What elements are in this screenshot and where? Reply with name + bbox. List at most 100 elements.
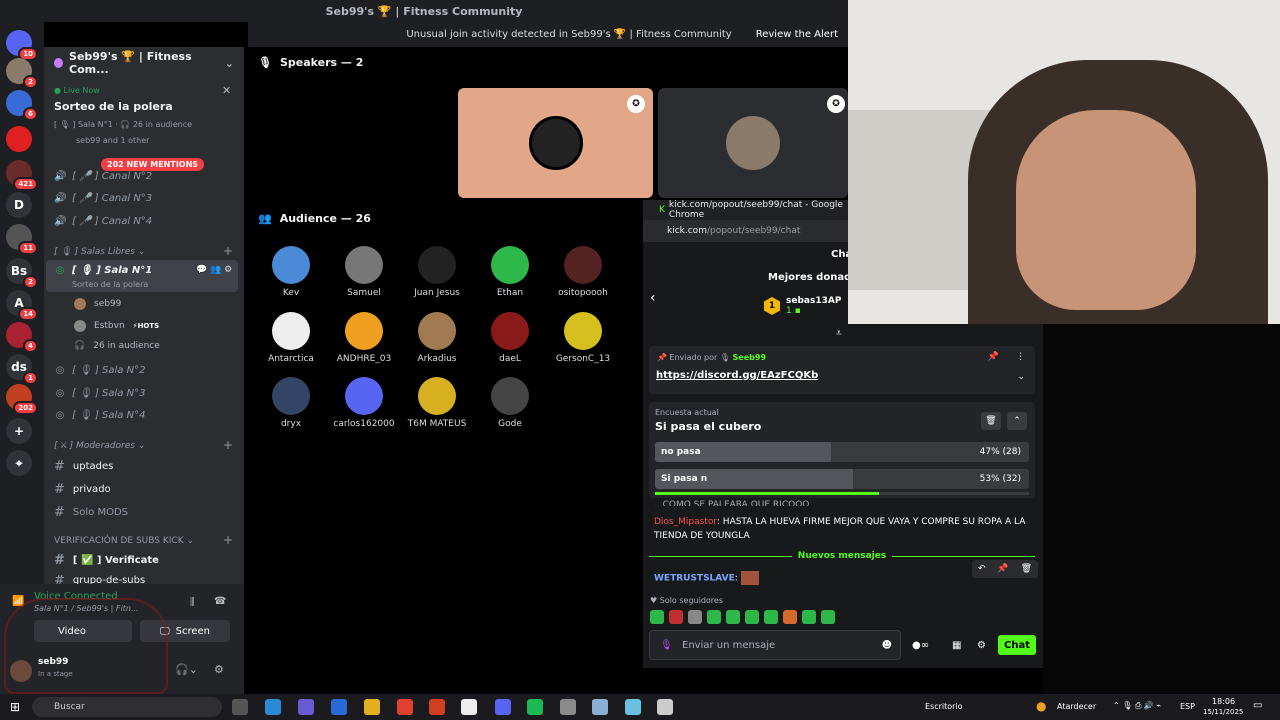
- pin-icon[interactable]: 📌: [997, 564, 1008, 574]
- add-channel-icon[interactable]: +: [223, 244, 233, 258]
- store-icon[interactable]: ▦: [952, 640, 961, 651]
- taskbar-search[interactable]: Buscar: [32, 697, 222, 717]
- server-icon[interactable]: 2: [6, 58, 38, 89]
- chat-send-button[interactable]: Chat: [998, 635, 1036, 655]
- stage-channel-sala-1[interactable]: ◎[ 🎙 ] Sala N°1: [54, 265, 153, 276]
- audience-member[interactable]: daeL: [473, 312, 547, 364]
- points-icon[interactable]: ●∞: [912, 640, 929, 651]
- server-icon[interactable]: 6: [6, 90, 38, 121]
- speaker-tile[interactable]: [658, 88, 848, 198]
- chat-input[interactable]: 🎙 Enviar un mensaje ☻: [649, 630, 901, 660]
- reply-icon[interactable]: ↶: [978, 564, 986, 574]
- emote-icon[interactable]: [688, 610, 702, 624]
- trash-icon[interactable]: 🗑: [981, 412, 1001, 430]
- audience-member[interactable]: Ethan: [473, 246, 547, 298]
- audience-member[interactable]: Antarctica: [254, 312, 328, 364]
- guild-header[interactable]: Seb99's 🏆 | Fitness Com... ⌄: [44, 50, 244, 76]
- server-icon[interactable]: 421: [6, 160, 38, 191]
- collapse-icon[interactable]: ⩡: [836, 328, 842, 339]
- voice-channel-canal-2[interactable]: 🔊[ 🎤 ] Canal N°2: [54, 171, 152, 182]
- weather-label[interactable]: Atardecer: [1057, 702, 1096, 711]
- poll-option[interactable]: no pasa 47% (28): [655, 442, 1029, 462]
- stage-channel-sala-4[interactable]: ◎[ 🎙 ] Sala N°4: [54, 410, 146, 421]
- language-label[interactable]: ESP: [1180, 702, 1195, 711]
- user-name[interactable]: seb99: [38, 657, 68, 667]
- category-moderadores[interactable]: [ ⚔ ] Moderadores ⌄: [54, 441, 145, 451]
- discord-link[interactable]: https://discord.gg/EAzFCQKb: [656, 370, 818, 381]
- taskbar-app-icon[interactable]: [298, 699, 314, 715]
- category-subs[interactable]: VERIFICACIÓN DE SUBS KICK ⌄: [54, 536, 194, 546]
- taskbar-app-icon[interactable]: [364, 699, 380, 715]
- taskbar-app-icon[interactable]: [495, 699, 511, 715]
- taskbar-app-icon[interactable]: [527, 699, 543, 715]
- gear-icon[interactable]: ⚙: [977, 640, 986, 651]
- server-icon[interactable]: 4: [6, 322, 38, 353]
- emote-icon[interactable]: [821, 610, 835, 624]
- headphones-icon[interactable]: 🎧⌄: [175, 663, 198, 676]
- poll-option[interactable]: Si pasa n 53% (32): [655, 469, 1029, 489]
- audience-member[interactable]: GersonC_13: [546, 312, 620, 364]
- emote-icon[interactable]: [650, 610, 664, 624]
- windows-start-icon[interactable]: ⊞: [10, 700, 20, 714]
- audience-member[interactable]: Kev: [254, 246, 328, 298]
- emoji-icon[interactable]: ☻: [882, 640, 892, 651]
- audience-member[interactable]: ositopoooh: [546, 246, 620, 298]
- server-icon[interactable]: ⌖: [6, 450, 32, 476]
- taskbar-app-icon[interactable]: [461, 699, 477, 715]
- disconnect-icon[interactable]: ☎: [214, 596, 226, 607]
- audience-member[interactable]: dryx: [254, 377, 328, 429]
- tray-icons[interactable]: ⌃ 🎙 ⎙ 🔊 ⌁: [1113, 701, 1161, 711]
- stage-channel-sala-2[interactable]: ◎[ 🎙 ] Sala N°2: [54, 365, 146, 376]
- trash-icon[interactable]: 🗑: [1021, 564, 1032, 574]
- emote-icon[interactable]: [764, 610, 778, 624]
- server-icon[interactable]: ds 1: [6, 354, 38, 385]
- audience-member[interactable]: Juan Jesus: [400, 246, 474, 298]
- taskbar-app-icon[interactable]: [265, 699, 281, 715]
- emote-icon[interactable]: [745, 610, 759, 624]
- voice-channel-canal-4[interactable]: 🔊[ 🎤 ] Canal N°4: [54, 216, 152, 227]
- taskbar-app-icon[interactable]: [560, 699, 576, 715]
- top-donor[interactable]: 1 sebas13AP 1 ▪: [764, 296, 841, 316]
- voice-channel-canal-3[interactable]: 🔊[ 🎤 ] Canal N°3: [54, 193, 152, 204]
- mic-icon[interactable]: 🎙: [660, 640, 673, 651]
- emote-icon[interactable]: [669, 610, 683, 624]
- text-channel-privado[interactable]: # privado: [54, 482, 111, 497]
- noise-icon[interactable]: ⫼: [190, 597, 195, 608]
- clock-date[interactable]: 15/11/2025: [1203, 708, 1243, 716]
- speaker-tile[interactable]: [458, 88, 653, 198]
- gear-icon[interactable]: ⚙: [214, 663, 224, 676]
- member-estbvn[interactable]: Estbvn ⚡HOTS: [74, 320, 159, 332]
- add-channel-icon[interactable]: +: [223, 533, 233, 547]
- audience-member[interactable]: Arkadius: [400, 312, 474, 364]
- chevron-left-icon[interactable]: ‹: [650, 290, 656, 306]
- taskbar-app-icon[interactable]: [331, 699, 347, 715]
- server-icon[interactable]: [6, 126, 32, 152]
- chevron-down-icon[interactable]: ⌄: [1017, 372, 1025, 382]
- taskbar-app-icon[interactable]: [232, 699, 248, 715]
- taskbar-app-icon[interactable]: [657, 699, 673, 715]
- text-channel-solo-mods[interactable]: # Solo MODS: [54, 505, 128, 520]
- emote-icon[interactable]: [707, 610, 721, 624]
- server-icon[interactable]: 202: [6, 384, 38, 415]
- more-icon[interactable]: ⋮: [1016, 352, 1025, 362]
- audience-member[interactable]: Samuel: [327, 246, 401, 298]
- event-title[interactable]: Sorteo de la polera: [54, 100, 173, 113]
- server-icon[interactable]: 10: [6, 30, 38, 61]
- taskbar-app-icon[interactable]: [592, 699, 608, 715]
- review-alert-button[interactable]: Review the Alert: [756, 29, 838, 40]
- server-icon[interactable]: +: [6, 418, 32, 444]
- new-mentions-badge[interactable]: 202 NEW MENTIONS: [101, 158, 205, 171]
- channel-actions-icons[interactable]: 💬 👥 ⚙: [196, 265, 232, 275]
- address-bar[interactable]: kick.com/popout/seeb99/chat: [643, 220, 848, 242]
- server-icon[interactable]: A 14: [6, 290, 38, 321]
- emote-icon[interactable]: [802, 610, 816, 624]
- taskbar-app-icon[interactable]: [397, 699, 413, 715]
- clock-time[interactable]: 18:06: [1212, 697, 1235, 706]
- server-icon[interactable]: D: [6, 192, 32, 218]
- audience-member[interactable]: Gode: [473, 377, 547, 429]
- text-channel-verificate[interactable]: #[ ✅ ] Verificate: [54, 553, 159, 568]
- emote-icon[interactable]: [726, 610, 740, 624]
- audience-member[interactable]: T6M MATEUS: [400, 377, 474, 429]
- stage-channel-sala-3[interactable]: ◎[ 🎙 ] Sala N°3: [54, 388, 146, 399]
- server-icon[interactable]: 11: [6, 224, 38, 255]
